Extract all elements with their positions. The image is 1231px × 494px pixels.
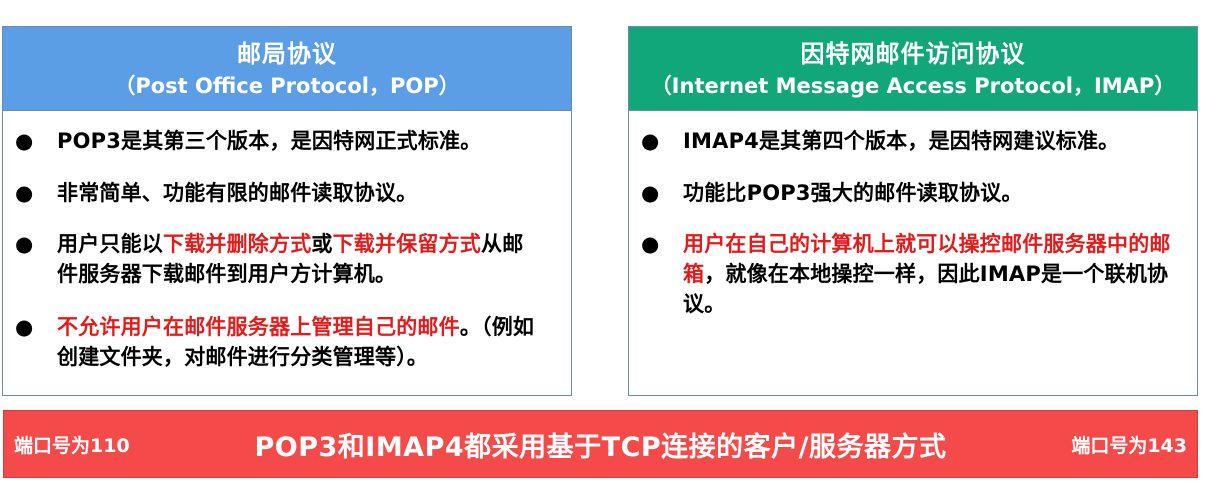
- pop-header: 邮局协议 （Post Office Protocol，POP）: [3, 27, 571, 111]
- bottom-banner: 端口号为110 POP3和IMAP4都采用基于TCP连接的客户/服务器方式 端口…: [3, 410, 1198, 478]
- banner-title: POP3和IMAP4都采用基于TCP连接的客户/服务器方式: [254, 432, 947, 463]
- bullet-icon: ●: [15, 181, 34, 205]
- imap-panel: 因特网邮件访问协议 （Internet Message Access Proto…: [628, 26, 1198, 396]
- imap-header: 因特网邮件访问协议 （Internet Message Access Proto…: [629, 27, 1197, 111]
- pop-item-4: ● 不允许用户在邮件服务器上管理自己的邮件。（例如创建文件夹，对邮件进行分类管理…: [15, 312, 540, 372]
- item-text: POP3是其第三个版本，是因特网正式标准。: [57, 129, 482, 153]
- pop-panel: 邮局协议 （Post Office Protocol，POP） ● POP3是其…: [2, 26, 572, 396]
- imap-port-label: 端口号为143: [1071, 435, 1187, 457]
- item-text: 用户只能以: [57, 232, 163, 256]
- pop-item-2: ● 非常简单、功能有限的邮件读取协议。: [15, 178, 563, 208]
- imap-subtitle: （Internet Message Access Protocol，IMAP）: [650, 73, 1176, 98]
- imap-item-1: ● IMAP4是其第四个版本，是因特网建议标准。: [641, 126, 1189, 156]
- item-text: 功能比POP3强大的邮件读取协议。: [683, 181, 1023, 205]
- item-text: 或: [311, 232, 333, 256]
- pop-item-1: ● POP3是其第三个版本，是因特网正式标准。: [15, 126, 563, 156]
- pop-subtitle: （Post Office Protocol，POP）: [114, 73, 460, 98]
- item-text-highlight: 不允许用户在邮件服务器上管理自己的邮件: [57, 315, 460, 339]
- pop-title: 邮局协议: [237, 39, 337, 68]
- imap-item-3: ● 用户在自己的计算机上就可以操控邮件服务器中的邮箱，就像在本地操控一样，因此I…: [641, 229, 1171, 319]
- imap-title: 因特网邮件访问协议: [800, 39, 1026, 68]
- imap-item-2: ● 功能比POP3强大的邮件读取协议。: [641, 178, 1189, 208]
- item-text-highlight: 下载并保留方式: [332, 232, 482, 256]
- pop-item-3: ● 用户只能以下载并删除方式或下载并保留方式从邮件服务器下载邮件到用户方计算机。: [15, 229, 533, 289]
- bullet-icon: ●: [641, 181, 660, 205]
- bullet-icon: ●: [641, 232, 660, 256]
- bullet-icon: ●: [15, 315, 34, 339]
- item-text: 非常简单、功能有限的邮件读取协议。: [57, 181, 418, 205]
- bullet-icon: ●: [15, 232, 34, 256]
- item-text-highlight: 下载并删除方式: [163, 232, 312, 256]
- bullet-icon: ●: [641, 129, 660, 153]
- item-text: ，就像在本地操控一样，因此IMAP是一个联机协议。: [683, 262, 1169, 316]
- bullet-icon: ●: [15, 129, 34, 153]
- item-text: IMAP4是其第四个版本，是因特网建议标准。: [683, 129, 1120, 153]
